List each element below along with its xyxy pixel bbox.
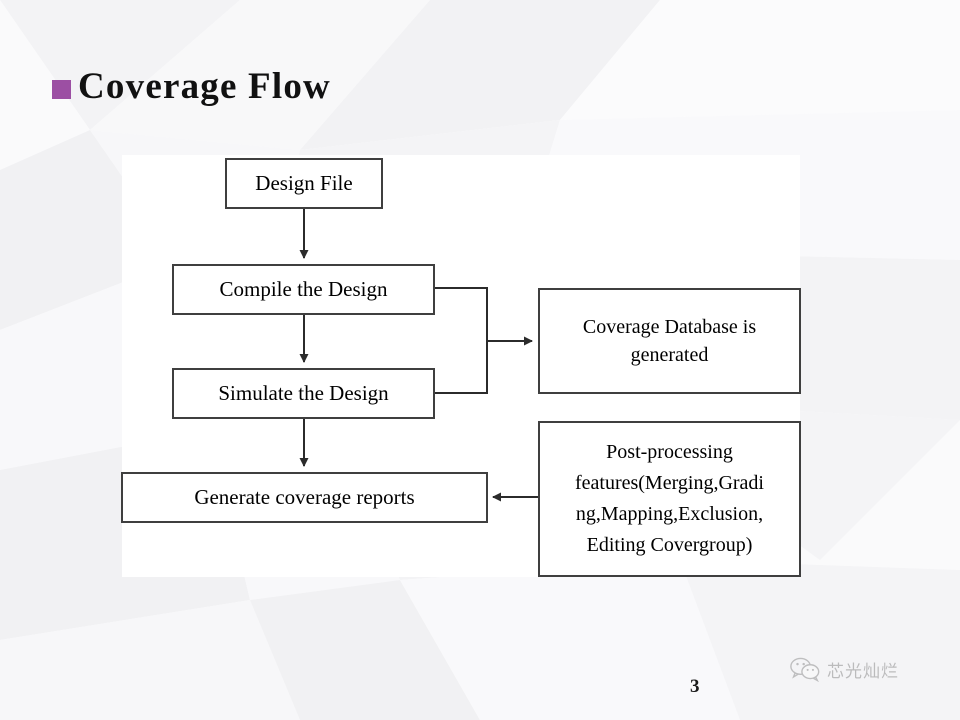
flow-node-line-1: Coverage Database is bbox=[582, 316, 757, 338]
flow-node-line-1: Post-processing bbox=[606, 441, 733, 463]
page-title-text: Coverage Flow bbox=[78, 66, 331, 107]
page-title: Coverage Flow bbox=[52, 64, 331, 110]
flow-node-label: Compile the Design bbox=[219, 277, 388, 301]
flow-node-label-multiline: Post-processing features(Merging,Gradi n… bbox=[540, 437, 799, 561]
bullet-square-icon bbox=[52, 79, 71, 99]
page-number: 3 bbox=[690, 676, 700, 697]
flow-node-design-file: Design File bbox=[225, 158, 383, 209]
flow-node-label: Generate coverage reports bbox=[194, 485, 415, 509]
flow-node-label-multiline: Coverage Database is generated bbox=[540, 313, 799, 369]
flow-node-post-processing-features: Post-processing features(Merging,Gradi n… bbox=[538, 421, 801, 577]
flow-node-label: Design File bbox=[255, 171, 353, 195]
wechat-icon bbox=[790, 657, 820, 682]
slide-canvas: Coverage Flow Design File Compile the De… bbox=[0, 0, 960, 720]
watermark-text: 芯光灿烂 bbox=[827, 661, 899, 682]
flow-node-line-3: ng,Mapping,Exclusion, bbox=[575, 503, 764, 525]
flow-node-line-4: Editing Covergroup) bbox=[586, 534, 753, 556]
watermark: 芯光灿烂 bbox=[790, 656, 899, 682]
flow-node-label: Simulate the Design bbox=[218, 381, 389, 405]
flow-node-line-2: generated bbox=[630, 344, 709, 366]
flow-node-line-2: features(Merging,Gradi bbox=[574, 472, 764, 494]
flow-node-coverage-database-generated: Coverage Database is generated bbox=[538, 288, 801, 394]
flow-node-simulate-the-design: Simulate the Design bbox=[172, 368, 435, 419]
flow-node-generate-coverage-reports: Generate coverage reports bbox=[121, 472, 488, 523]
flow-node-compile-the-design: Compile the Design bbox=[172, 264, 435, 315]
